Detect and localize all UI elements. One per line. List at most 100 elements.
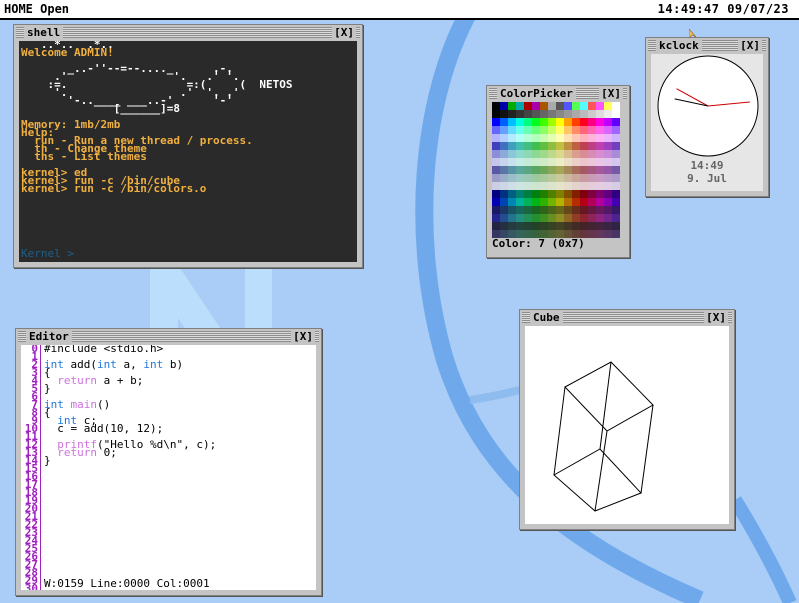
color-swatch[interactable] <box>556 118 564 126</box>
color-swatch[interactable] <box>612 142 620 150</box>
color-swatch[interactable] <box>548 126 556 134</box>
color-swatch[interactable] <box>564 134 572 142</box>
color-swatch[interactable] <box>604 110 612 118</box>
color-swatch[interactable] <box>556 182 564 190</box>
close-button[interactable]: [X] <box>332 26 356 39</box>
color-swatch[interactable] <box>612 166 620 174</box>
color-swatch[interactable] <box>572 214 580 222</box>
color-swatch[interactable] <box>572 142 580 150</box>
color-swatch[interactable] <box>572 166 580 174</box>
color-swatch[interactable] <box>596 158 604 166</box>
color-swatch[interactable] <box>540 142 548 150</box>
color-swatch[interactable] <box>612 190 620 198</box>
color-swatch[interactable] <box>588 126 596 134</box>
color-swatch[interactable] <box>532 182 540 190</box>
color-swatch[interactable] <box>596 206 604 214</box>
color-swatch[interactable] <box>500 118 508 126</box>
color-swatch[interactable] <box>572 118 580 126</box>
color-swatch[interactable] <box>492 206 500 214</box>
color-swatch[interactable] <box>604 166 612 174</box>
shell-terminal[interactable]: ..*.. .*.. Welcome ADMIN! _..-''--=--...… <box>19 41 357 262</box>
color-swatch[interactable] <box>604 102 612 110</box>
color-swatch[interactable] <box>556 214 564 222</box>
color-swatch[interactable] <box>556 142 564 150</box>
color-swatch[interactable] <box>548 150 556 158</box>
cube-titlebar[interactable]: Cube [X] <box>522 311 732 324</box>
color-swatch[interactable] <box>516 134 524 142</box>
color-swatch[interactable] <box>492 158 500 166</box>
color-swatch[interactable] <box>524 134 532 142</box>
code-area[interactable]: #include <stdio.h> int add(int a, int b){… <box>44 345 316 466</box>
color-swatch[interactable] <box>492 222 500 230</box>
color-swatch[interactable] <box>548 206 556 214</box>
color-swatch[interactable] <box>596 198 604 206</box>
color-swatch[interactable] <box>500 142 508 150</box>
color-swatch[interactable] <box>532 158 540 166</box>
color-swatch[interactable] <box>500 174 508 182</box>
color-swatch[interactable] <box>564 142 572 150</box>
color-swatch[interactable] <box>532 166 540 174</box>
color-swatch[interactable] <box>500 126 508 134</box>
color-swatch[interactable] <box>508 174 516 182</box>
color-swatch[interactable] <box>612 134 620 142</box>
color-swatch[interactable] <box>596 174 604 182</box>
color-swatch[interactable] <box>604 182 612 190</box>
color-swatch[interactable] <box>612 110 620 118</box>
color-swatch[interactable] <box>580 206 588 214</box>
home-menu[interactable]: HOME Open <box>4 2 69 16</box>
color-swatch[interactable] <box>500 102 508 110</box>
color-swatch[interactable] <box>580 134 588 142</box>
color-swatch[interactable] <box>524 102 532 110</box>
color-swatch[interactable] <box>540 206 548 214</box>
color-swatch[interactable] <box>612 158 620 166</box>
color-swatch[interactable] <box>516 166 524 174</box>
color-swatch[interactable] <box>532 198 540 206</box>
color-swatch[interactable] <box>556 110 564 118</box>
color-swatch[interactable] <box>516 222 524 230</box>
color-swatch[interactable] <box>500 166 508 174</box>
color-swatch[interactable] <box>532 150 540 158</box>
color-swatch[interactable] <box>612 118 620 126</box>
color-swatch[interactable] <box>556 166 564 174</box>
color-swatch[interactable] <box>556 134 564 142</box>
color-swatch[interactable] <box>500 182 508 190</box>
color-swatch[interactable] <box>572 110 580 118</box>
color-swatch[interactable] <box>588 110 596 118</box>
color-swatch[interactable] <box>540 158 548 166</box>
color-swatch[interactable] <box>500 206 508 214</box>
color-swatch[interactable] <box>508 206 516 214</box>
color-swatch[interactable] <box>572 158 580 166</box>
color-swatch[interactable] <box>604 198 612 206</box>
editor-window[interactable]: Editor [X] 0 1 2 3 4 5 6 7 8 9 10 11 12 13 14 15 16 17 18 1… <box>15 328 322 596</box>
color-swatch[interactable] <box>532 142 540 150</box>
color-swatch[interactable] <box>604 126 612 134</box>
color-swatch[interactable] <box>580 198 588 206</box>
color-swatch[interactable] <box>492 142 500 150</box>
color-swatch[interactable] <box>516 102 524 110</box>
color-swatch[interactable] <box>556 222 564 230</box>
color-swatch[interactable] <box>604 174 612 182</box>
shell-prompt[interactable]: Kernel > <box>21 247 74 260</box>
color-swatch[interactable] <box>492 150 500 158</box>
color-swatch[interactable] <box>548 214 556 222</box>
color-swatch[interactable] <box>564 102 572 110</box>
color-swatch[interactable] <box>508 142 516 150</box>
color-swatch[interactable] <box>596 110 604 118</box>
color-swatch[interactable] <box>596 214 604 222</box>
color-swatch[interactable] <box>524 166 532 174</box>
color-swatch[interactable] <box>588 118 596 126</box>
color-swatch[interactable] <box>500 190 508 198</box>
color-swatch[interactable] <box>492 126 500 134</box>
color-swatch[interactable] <box>612 150 620 158</box>
color-swatch[interactable] <box>516 214 524 222</box>
color-swatch[interactable] <box>524 222 532 230</box>
color-swatch[interactable] <box>604 214 612 222</box>
color-swatch[interactable] <box>516 142 524 150</box>
color-swatch[interactable] <box>596 182 604 190</box>
color-swatch[interactable] <box>540 110 548 118</box>
color-swatch[interactable] <box>572 134 580 142</box>
color-swatch[interactable] <box>580 174 588 182</box>
color-swatch[interactable] <box>524 158 532 166</box>
color-swatch[interactable] <box>532 126 540 134</box>
color-swatch[interactable] <box>564 222 572 230</box>
